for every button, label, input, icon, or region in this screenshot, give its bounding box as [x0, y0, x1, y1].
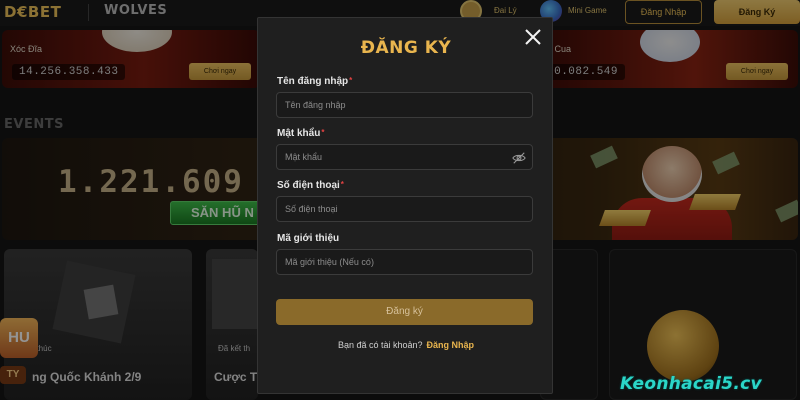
referral-field[interactable] — [276, 249, 533, 275]
password-field[interactable] — [276, 144, 533, 170]
phone-field[interactable] — [276, 196, 533, 222]
phone-label: Số điện thoại* — [277, 180, 344, 191]
have-account-text: Bạn đã có tài khoản? — [337, 340, 423, 350]
login-prompt: Bạn đã có tài khoản? Đăng Nhập — [258, 340, 554, 350]
referral-label: Mã giới thiệu — [277, 233, 339, 244]
username-label: Tên đăng nhập* — [277, 76, 352, 87]
username-field[interactable] — [276, 92, 533, 118]
login-link[interactable]: Đăng Nhập — [427, 340, 475, 350]
username-label-text: Tên đăng nhập — [277, 76, 349, 87]
password-label-text: Mật khẩu — [277, 128, 321, 139]
referral-input[interactable] — [277, 250, 532, 274]
watermark: Keonhacai5.cv — [620, 374, 762, 394]
phone-label-text: Số điện thoại — [277, 180, 340, 191]
password-input[interactable] — [277, 145, 532, 169]
eye-slash-icon[interactable] — [512, 151, 526, 165]
register-modal: ĐĂNG KÝ Tên đăng nhập* Mật khẩu* — [257, 17, 553, 394]
close-icon — [525, 29, 541, 45]
phone-input[interactable] — [277, 197, 532, 221]
register-submit-button[interactable]: Đăng ký — [276, 299, 533, 325]
referral-label-text: Mã giới thiệu — [277, 233, 340, 244]
required-mark: * — [349, 76, 353, 85]
modal-title: ĐĂNG KÝ — [360, 38, 452, 58]
required-mark: * — [340, 180, 344, 189]
username-input[interactable] — [277, 93, 532, 117]
close-button[interactable] — [522, 26, 544, 48]
required-mark: * — [321, 128, 325, 137]
page: D€BET WOLVES Đai Lý Mini Game Đăng Nhập … — [0, 0, 800, 400]
password-label: Mật khẩu* — [277, 128, 324, 139]
